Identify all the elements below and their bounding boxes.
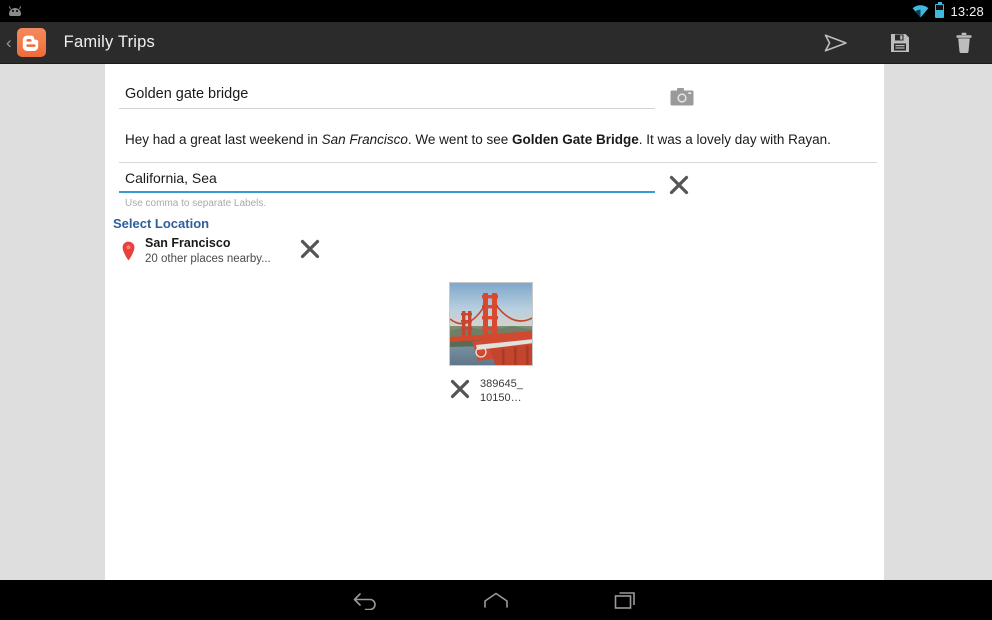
- attachment-thumbnail[interactable]: [449, 282, 533, 366]
- attachment-row: 389645_ 10150…: [449, 378, 545, 406]
- location-texts: San Francisco 20 other places nearby...: [145, 236, 271, 267]
- post-labels-input[interactable]: [119, 168, 655, 193]
- publish-button[interactable]: [814, 22, 858, 64]
- select-location-link[interactable]: Select Location: [113, 216, 209, 231]
- close-icon: [299, 238, 321, 260]
- map-pin-icon: [117, 241, 139, 261]
- attachment-filename-line1: 389645_: [480, 378, 523, 392]
- battery-icon: [935, 4, 944, 18]
- post-body-field[interactable]: Hey had a great last weekend in San Fran…: [119, 126, 877, 163]
- status-bar-clock: 13:28: [950, 4, 984, 19]
- post-title-input[interactable]: [119, 84, 655, 109]
- labels-hint-text: Use comma to separate Labels.: [119, 193, 655, 209]
- status-bar: 13:28: [0, 0, 992, 22]
- blogger-logo-icon[interactable]: [17, 28, 46, 57]
- action-bar: ‹ Family Trips: [0, 22, 992, 64]
- back-arrow-icon: [351, 590, 381, 610]
- post-editor-card: Hey had a great last weekend in San Fran…: [105, 64, 884, 580]
- close-icon: [668, 174, 690, 196]
- post-title-field: [119, 84, 655, 109]
- status-bar-notifications: [0, 6, 23, 17]
- attachment-block: 389645_ 10150…: [449, 282, 545, 406]
- nav-recents-button[interactable]: [596, 583, 656, 617]
- camera-button[interactable]: [670, 87, 694, 107]
- save-button[interactable]: [878, 22, 922, 64]
- post-body-text: Hey had a great last weekend in San Fran…: [125, 130, 871, 150]
- attachment-filename: 389645_ 10150…: [480, 378, 523, 406]
- location-nearby-text: 20 other places nearby...: [145, 252, 271, 267]
- location-clear-button[interactable]: [299, 238, 321, 265]
- location-row: San Francisco 20 other places nearby...: [117, 236, 321, 267]
- home-icon: [481, 590, 511, 610]
- wifi-icon: [912, 5, 929, 18]
- nav-back-button[interactable]: [336, 583, 396, 617]
- recents-icon: [611, 589, 641, 611]
- delete-button[interactable]: [942, 22, 986, 64]
- close-icon: [449, 378, 471, 400]
- location-name: San Francisco: [145, 236, 271, 252]
- post-labels-field: Use comma to separate Labels.: [119, 168, 655, 209]
- send-icon: [824, 33, 848, 53]
- action-bar-title: Family Trips: [64, 33, 155, 52]
- nav-home-button[interactable]: [466, 583, 526, 617]
- attachment-filename-line2: 10150…: [480, 392, 523, 406]
- action-bar-buttons: [814, 22, 986, 64]
- android-tablet-screen: 13:28 ‹ Family Trips: [0, 0, 992, 620]
- camera-icon: [670, 87, 694, 107]
- back-chevron-icon[interactable]: ‹: [0, 34, 17, 51]
- android-robot-icon: [7, 6, 23, 17]
- system-navigation-bar: [0, 580, 992, 620]
- labels-clear-button[interactable]: [668, 174, 690, 201]
- status-bar-system-icons: 13:28: [912, 4, 984, 19]
- floppy-disk-icon: [889, 32, 911, 54]
- trash-icon: [954, 32, 974, 54]
- attachment-remove-button[interactable]: [449, 378, 471, 405]
